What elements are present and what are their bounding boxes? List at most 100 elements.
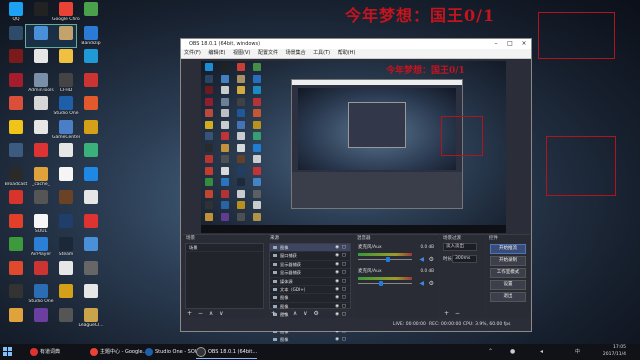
- desktop-icon[interactable]: Studio One: [27, 284, 55, 310]
- desktop-icon[interactable]: [2, 307, 30, 334]
- windows-start-icon[interactable]: [3, 347, 13, 357]
- visibility-eye-icon[interactable]: ◉: [335, 286, 339, 293]
- desktop-icon[interactable]: [52, 166, 80, 193]
- desktop-icon[interactable]: [27, 307, 55, 334]
- desktop-icon[interactable]: AdminTools: [27, 72, 55, 99]
- desktop-icon[interactable]: [77, 119, 105, 146]
- tray-app-icon[interactable]: ●: [510, 348, 515, 355]
- visibility-eye-icon[interactable]: ◉: [335, 244, 339, 251]
- desktop-icon[interactable]: [77, 190, 105, 216]
- lock-icon[interactable]: ▢: [342, 336, 346, 343]
- lock-icon[interactable]: ▢: [342, 252, 346, 259]
- maximize-icon[interactable]: □: [503, 39, 517, 49]
- desktop-icon[interactable]: CFHD: [52, 72, 80, 99]
- scenes-footer[interactable]: + − ∧ ∨: [187, 310, 226, 317]
- desktop-icon[interactable]: AirPlayer: [27, 237, 55, 263]
- volume-icon[interactable]: ◂: [540, 348, 543, 355]
- wifi-icon[interactable]: ⌃: [488, 348, 493, 355]
- transitions-footer[interactable]: + −: [444, 310, 462, 317]
- desktop-icon[interactable]: SOUL: [27, 213, 55, 240]
- close-icon[interactable]: ×: [517, 39, 531, 49]
- visibility-eye-icon[interactable]: ◉: [335, 252, 339, 259]
- desktop-icon[interactable]: [2, 72, 30, 99]
- source-item[interactable]: 图像 ◉▢: [270, 294, 350, 303]
- minimize-icon[interactable]: –: [489, 39, 503, 49]
- menu-view[interactable]: 视图(V): [233, 50, 250, 56]
- menu-file[interactable]: 文件(F): [184, 50, 201, 56]
- ime-indicator[interactable]: 中: [575, 348, 580, 355]
- visibility-eye-icon[interactable]: ◉: [335, 336, 339, 343]
- desktop-icon[interactable]: [52, 307, 80, 334]
- desktop-icon[interactable]: [27, 190, 55, 216]
- desktop-icon[interactable]: [77, 237, 105, 263]
- desktop-icon[interactable]: [77, 166, 105, 193]
- desktop-icon[interactable]: [77, 260, 105, 287]
- desktop-icon[interactable]: [52, 143, 80, 169]
- desktop-icon[interactable]: GameCenter: [52, 119, 80, 146]
- source-item[interactable]: 图像 ◉▢: [270, 244, 350, 253]
- desktop-icon[interactable]: [52, 213, 80, 240]
- speaker-icon[interactable]: ◀: [419, 256, 424, 263]
- desktop-icon[interactable]: [27, 96, 55, 122]
- menu-scene-collection[interactable]: 场景集合: [286, 50, 306, 56]
- desktop-icon[interactable]: [77, 96, 105, 122]
- taskbar-item-chrome[interactable]: 主题中心 - Google...: [90, 346, 147, 358]
- gear-icon[interactable]: ⚙: [429, 256, 434, 263]
- volume-slider-knob[interactable]: [386, 257, 391, 262]
- desktop-icon[interactable]: Studio One: [52, 96, 80, 122]
- desktop-icon[interactable]: [2, 143, 30, 169]
- visibility-eye-icon[interactable]: ◉: [335, 303, 339, 310]
- desktop-icon[interactable]: [27, 25, 55, 52]
- obs-titlebar[interactable]: OBS 18.0.1 (64bit, windows) – □ ×: [181, 39, 531, 49]
- desktop-icon[interactable]: Google Chrome: [52, 2, 80, 28]
- lock-icon[interactable]: ▢: [342, 244, 346, 251]
- speaker-icon[interactable]: ◀: [419, 280, 424, 287]
- menu-profile[interactable]: 配置文件: [258, 50, 278, 56]
- source-item[interactable]: 媒体源 ◉ ▢: [270, 278, 350, 286]
- source-item[interactable]: 窗口捕获 ◉ ▢: [270, 252, 350, 261]
- desktop-icon[interactable]: [77, 2, 105, 28]
- desktop-icon[interactable]: [2, 49, 30, 75]
- source-item[interactable]: 显示器捕获 ◉ ▢: [270, 269, 350, 278]
- desktop-icon[interactable]: [77, 72, 105, 99]
- transition-select[interactable]: 淡入淡出: [443, 243, 477, 251]
- lock-icon[interactable]: ▢: [342, 269, 346, 276]
- taskbar-item-dict[interactable]: 有道词典: [30, 346, 60, 358]
- start-streaming-button[interactable]: 开始推流: [490, 244, 526, 254]
- volume-slider[interactable]: [358, 283, 412, 284]
- source-item[interactable]: 显示器捕获 ◉ ▢: [270, 261, 350, 270]
- volume-slider[interactable]: [358, 259, 412, 260]
- desktop-icon[interactable]: [52, 25, 80, 52]
- desktop-icon[interactable]: LeagueCl...: [77, 307, 105, 334]
- desktop-icon[interactable]: [2, 96, 30, 122]
- menu-edit[interactable]: 编辑(E): [208, 50, 225, 56]
- desktop-icon[interactable]: [27, 2, 55, 28]
- desktop-icon[interactable]: [77, 213, 105, 240]
- menu-help[interactable]: 帮助(H): [338, 50, 356, 56]
- exit-button[interactable]: 退出: [490, 292, 526, 302]
- gear-icon[interactable]: ⚙: [313, 310, 320, 317]
- desktop-icon[interactable]: [52, 260, 80, 287]
- desktop-icon[interactable]: [2, 190, 30, 216]
- source-item[interactable]: 文本（GDI+） ◉ ▢: [270, 286, 350, 295]
- menu-tools[interactable]: 工具(T): [313, 50, 330, 56]
- desktop-icon[interactable]: [2, 237, 30, 263]
- desktop-icon[interactable]: [77, 49, 105, 75]
- visibility-eye-icon[interactable]: ◉: [335, 311, 339, 318]
- desktop-icon[interactable]: Steam: [52, 237, 80, 263]
- sources-footer-buttons[interactable]: + − ∧ ∨: [271, 310, 310, 317]
- desktop-icon[interactable]: [2, 25, 30, 52]
- desktop-icon[interactable]: [27, 143, 55, 169]
- desktop-icon[interactable]: [52, 49, 80, 75]
- lock-icon[interactable]: ▢: [342, 261, 346, 268]
- start-recording-button[interactable]: 开始录制: [490, 256, 526, 266]
- desktop-icon[interactable]: _cache_: [27, 166, 55, 193]
- taskbar-clock[interactable]: 17:05 2017/11/4: [603, 345, 626, 358]
- lock-icon[interactable]: ▢: [342, 286, 346, 293]
- taskbar-item-obs[interactable]: OBS 18.0.1 (64bit...: [196, 346, 258, 359]
- desktop-icon[interactable]: [27, 119, 55, 146]
- desktop-icon[interactable]: [2, 119, 30, 146]
- desktop-icon[interactable]: [27, 260, 55, 287]
- desktop-icon[interactable]: [2, 213, 30, 240]
- gear-icon[interactable]: ⚙: [429, 280, 434, 287]
